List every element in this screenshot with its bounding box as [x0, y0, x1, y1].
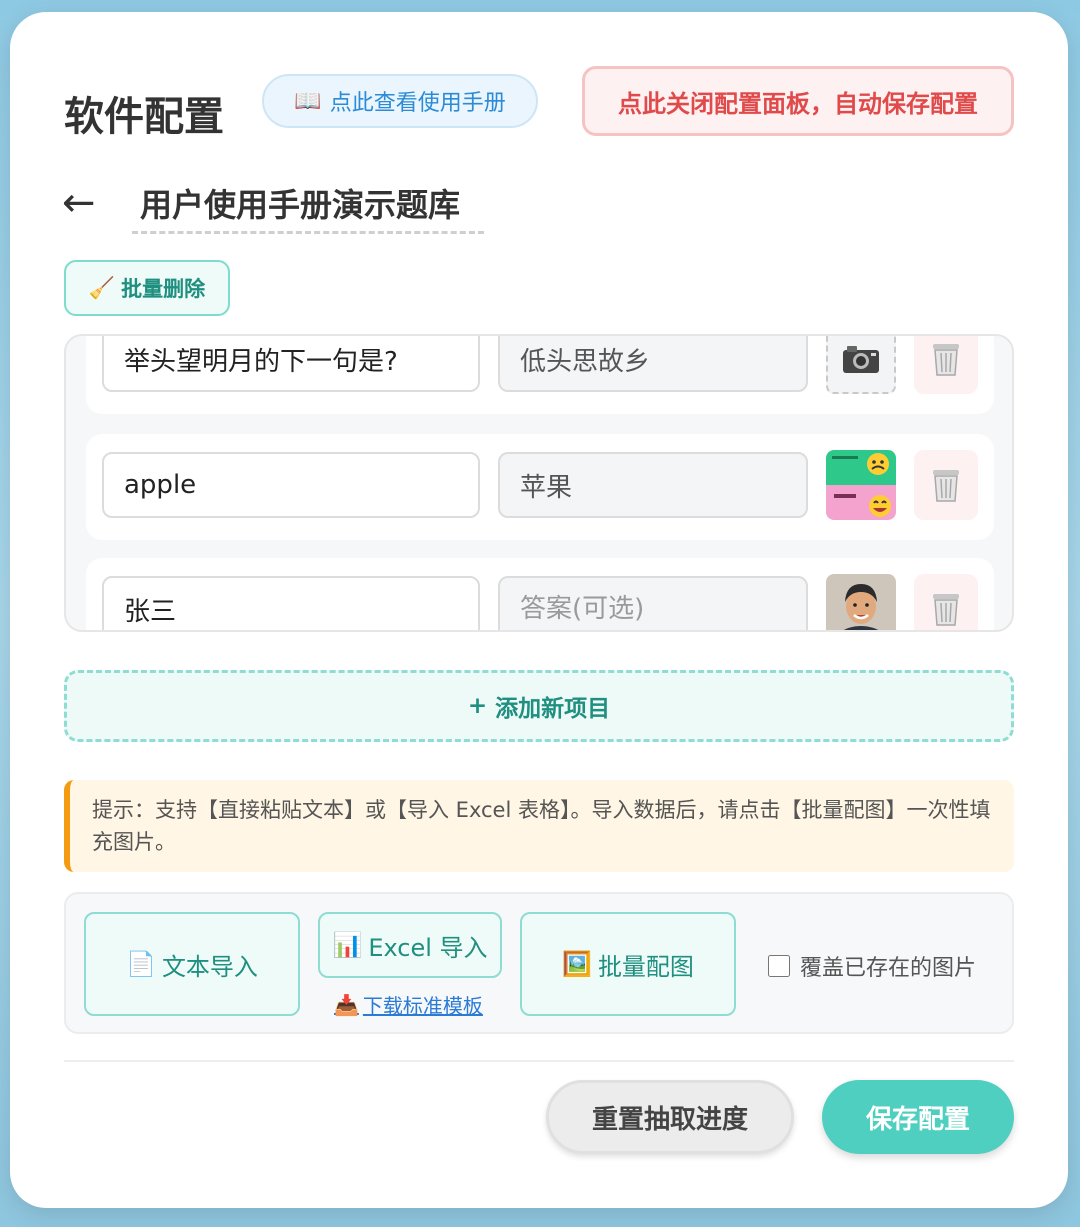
delete-item-button[interactable]	[914, 450, 978, 520]
overwrite-images-option[interactable]: 覆盖已存在的图片	[768, 950, 976, 982]
page-title: 软件配置	[64, 94, 224, 140]
question-input[interactable]	[102, 336, 480, 392]
user-manual-label: 点此查看使用手册	[329, 91, 506, 116]
trash-icon	[933, 470, 959, 502]
broom-icon: 🧹	[88, 275, 116, 300]
user-manual-button[interactable]: 📖 点此查看使用手册	[262, 74, 538, 128]
bulk-delete-label: 批量删除	[121, 277, 206, 301]
hint-box: 提示：支持【直接粘贴文本】或【导入 Excel 表格】。导入数据后，请点击【批量…	[64, 780, 1014, 872]
bar-chart-icon: 📊	[332, 931, 363, 959]
overwrite-images-checkbox[interactable]	[768, 955, 790, 977]
list-item	[86, 558, 994, 630]
text-import-button[interactable]: 📄 文本导入	[84, 912, 300, 1016]
download-template-label: 下载标准模板	[362, 994, 483, 1018]
plus-icon: +	[467, 693, 488, 719]
item-list[interactable]	[64, 334, 1014, 632]
delete-item-button[interactable]	[914, 336, 978, 394]
answer-input[interactable]	[498, 452, 808, 518]
download-template-link[interactable]: 📥 下载标准模板	[334, 990, 483, 1019]
import-toolbar: 📄 文本导入 📊 Excel 导入 📥 下载标准模板 🖼️ 批量配图 覆盖已存在…	[64, 892, 1014, 1034]
trash-icon	[933, 344, 959, 376]
text-import-label: 文本导入	[161, 952, 258, 981]
question-input[interactable]	[102, 452, 480, 518]
question-bank-name-input[interactable]	[132, 174, 484, 234]
item-image-thumbnail[interactable]	[826, 450, 896, 520]
trash-icon	[933, 594, 959, 626]
overwrite-images-label: 覆盖已存在的图片	[800, 956, 977, 981]
question-input[interactable]	[102, 576, 480, 630]
download-icon: 📥	[334, 992, 359, 1017]
excel-import-label: Excel 导入	[368, 933, 488, 962]
bulk-delete-button[interactable]: 🧹 批量删除	[64, 260, 230, 316]
answer-input[interactable]	[498, 336, 808, 392]
divider	[64, 1060, 1014, 1062]
reset-progress-button[interactable]: 重置抽取进度	[546, 1080, 794, 1154]
list-item	[86, 434, 994, 540]
close-panel-button[interactable]: 点此关闭配置面板，自动保存配置	[582, 66, 1014, 136]
delete-item-button[interactable]	[914, 574, 978, 630]
excel-import-button[interactable]: 📊 Excel 导入	[318, 912, 502, 978]
add-item-label: 添加新项目	[495, 696, 611, 722]
save-config-button[interactable]: 保存配置	[822, 1080, 1014, 1154]
batch-image-label: 批量配图	[597, 952, 694, 981]
answer-input[interactable]	[498, 576, 808, 630]
config-panel: 软件配置 📖 点此查看使用手册 点此关闭配置面板，自动保存配置 ← 🧹 批量删除	[10, 12, 1068, 1208]
back-arrow-icon[interactable]: ←	[62, 180, 96, 226]
add-item-button[interactable]: + 添加新项目	[64, 670, 1014, 742]
camera-icon[interactable]	[826, 336, 896, 394]
list-item	[86, 336, 994, 414]
batch-image-button[interactable]: 🖼️ 批量配图	[520, 912, 736, 1016]
picture-icon: 🖼️	[562, 950, 592, 978]
item-image-thumbnail[interactable]	[826, 574, 896, 630]
document-icon: 📄	[126, 950, 156, 978]
book-icon: 📖	[294, 88, 322, 114]
